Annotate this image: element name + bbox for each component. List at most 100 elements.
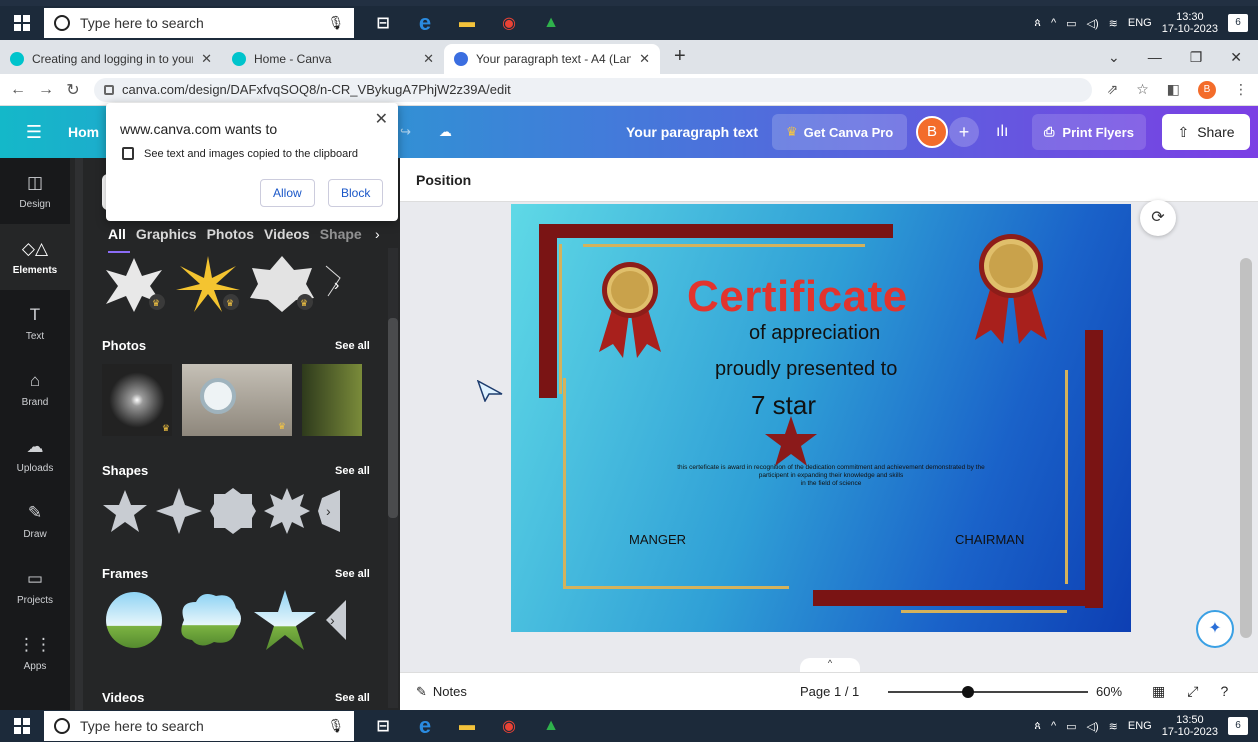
insights-chart-icon[interactable]: ılı	[996, 123, 1008, 141]
photo-sparkle-thumb[interactable]: ♛	[102, 364, 172, 436]
tab-graphics[interactable]: Graphics	[136, 226, 197, 242]
magic-assistant-icon[interactable]: ✦	[1196, 610, 1234, 648]
edge-icon[interactable]: e	[414, 713, 436, 738]
people-icon[interactable]: ጰ	[1034, 17, 1041, 30]
shape-star-4[interactable]	[156, 488, 202, 534]
shapes-see-all-link[interactable]: See all	[335, 465, 370, 477]
popup-close-icon[interactable]: ✕	[375, 109, 388, 129]
shape-partial[interactable]: ›	[318, 488, 340, 534]
chrome-menu-icon[interactable]: ⋮	[1234, 81, 1248, 98]
rail-item-text[interactable]: T Text	[0, 290, 70, 356]
new-tab-button[interactable]: +	[660, 45, 700, 74]
graphic-star-white[interactable]: ♛	[102, 256, 166, 312]
close-tab-icon[interactable]: ✕	[201, 51, 212, 67]
tab-photos[interactable]: Photos	[207, 226, 254, 242]
notification-center-icon[interactable]: 6	[1228, 14, 1248, 32]
grid-view-icon[interactable]: ▦	[1152, 683, 1165, 700]
red-star-icon[interactable]	[765, 416, 817, 466]
volume-icon[interactable]: ◁)	[1087, 17, 1099, 30]
rail-item-elements[interactable]: ◇△ Elements	[0, 224, 70, 290]
frame-partial[interactable]: ›	[324, 590, 348, 650]
page-counter[interactable]: Page 1 / 1	[800, 684, 859, 699]
close-tab-icon[interactable]: ✕	[423, 51, 434, 67]
allow-button[interactable]: Allow	[260, 179, 315, 207]
shape-star-8[interactable]	[264, 488, 310, 534]
frames-see-all-link[interactable]: See all	[335, 568, 370, 580]
chrome-icon[interactable]: ◉	[498, 715, 520, 737]
microphone-icon[interactable]: 🎙	[327, 15, 344, 31]
bookmark-star-icon[interactable]: ☆	[1136, 81, 1149, 98]
minimize-icon[interactable]: —	[1148, 49, 1162, 66]
rail-item-apps[interactable]: ⋮⋮ Apps	[0, 620, 70, 686]
taskbar-search-box[interactable]: Type here to search 🎙	[44, 711, 354, 741]
photo-alarm-clock-thumb[interactable]: ♛	[182, 364, 292, 436]
rail-item-draw[interactable]: ✎ Draw	[0, 488, 70, 554]
block-button[interactable]: Block	[328, 179, 384, 207]
photo-dark-thumb[interactable]	[302, 364, 362, 436]
hamburger-menu-icon[interactable]: ☰	[0, 122, 68, 143]
invite-plus-button[interactable]: +	[949, 117, 979, 147]
videos-see-all-link[interactable]: See all	[335, 692, 370, 704]
url-field[interactable]: canva.com/design/DAFxfvqSOQ8/n-CR_VBykug…	[94, 77, 1093, 102]
graphic-star-silver[interactable]: ♛	[250, 256, 314, 312]
redo-icon[interactable]: ↪	[400, 124, 411, 140]
clock[interactable]: 13:30 17-10-2023	[1162, 11, 1218, 35]
signature-chairman-label[interactable]: CHAIRMAN	[955, 532, 1024, 547]
add-comment-icon[interactable]: ⟳	[1140, 200, 1176, 236]
language-indicator[interactable]: ENG	[1128, 17, 1152, 29]
tabs-next-chevron-icon[interactable]: ›	[375, 226, 380, 242]
clock[interactable]: 13:50 17-10-2023	[1162, 714, 1218, 738]
taskbar-search-box[interactable]: Type here to search 🎙	[44, 8, 354, 38]
frame-star[interactable]	[254, 590, 316, 650]
volume-icon[interactable]: ◁)	[1087, 720, 1099, 733]
file-explorer-icon[interactable]: ▬	[456, 12, 478, 34]
frame-scallop-circle[interactable]	[102, 590, 166, 650]
document-title[interactable]: Your paragraph text	[626, 124, 758, 140]
browser-tab-active[interactable]: Your paragraph text - A4 (Landsc ✕	[444, 44, 660, 74]
notification-center-icon[interactable]: 6	[1228, 717, 1248, 735]
panel-scrollbar-thumb[interactable]	[388, 318, 398, 518]
zoom-slider-knob[interactable]	[962, 686, 974, 698]
fullscreen-icon[interactable]: ⤢	[1187, 683, 1198, 700]
zoom-percentage[interactable]: 60%	[1096, 684, 1122, 699]
app-triangle-icon[interactable]: ▲	[540, 715, 562, 737]
user-avatar[interactable]: B	[916, 116, 948, 148]
windows-start-button[interactable]	[0, 710, 44, 742]
notes-button[interactable]: ✎ Notes	[416, 684, 467, 700]
restore-icon[interactable]: ❐	[1190, 49, 1203, 66]
frame-cloud[interactable]	[174, 590, 246, 650]
show-pages-chevron-icon[interactable]: ^	[800, 658, 860, 672]
tray-chevron-icon[interactable]: ^	[1051, 17, 1056, 29]
graphic-star-partial[interactable]: ›	[324, 256, 354, 312]
windows-start-button[interactable]	[0, 6, 44, 40]
position-button[interactable]: Position	[416, 172, 471, 188]
rail-item-projects[interactable]: ▭ Projects	[0, 554, 70, 620]
file-explorer-icon[interactable]: ▬	[456, 715, 478, 737]
microphone-icon[interactable]: 🎙	[327, 718, 344, 734]
get-canva-pro-button[interactable]: ♛ Get Canva Pro	[772, 114, 908, 150]
help-icon[interactable]: ?	[1220, 683, 1228, 700]
side-panel-icon[interactable]: ◧	[1167, 81, 1180, 98]
close-window-icon[interactable]: ✕	[1230, 49, 1242, 66]
rail-item-brand[interactable]: ⌂ Brand	[0, 356, 70, 422]
certificate-subtitle[interactable]: of appreciation	[749, 322, 880, 345]
tab-videos[interactable]: Videos	[264, 226, 310, 242]
chrome-icon[interactable]: ◉	[498, 12, 520, 34]
people-icon[interactable]: ጰ	[1034, 720, 1041, 733]
app-triangle-icon[interactable]: ▲	[540, 12, 562, 34]
profile-avatar[interactable]: B	[1198, 80, 1216, 99]
cloud-saved-icon[interactable]: ☁	[439, 124, 452, 140]
tab-shapes[interactable]: Shape	[320, 226, 362, 242]
shape-star-5[interactable]	[102, 488, 148, 534]
task-view-icon[interactable]: ⊟	[372, 715, 394, 737]
tray-chevron-icon[interactable]: ^	[1051, 720, 1056, 732]
canvas-scrollbar[interactable]	[1240, 258, 1252, 638]
shape-octagon-star[interactable]	[210, 488, 256, 534]
certificate-body-text[interactable]: this certeficate is award in recognition…	[571, 464, 1091, 488]
share-button[interactable]: ⇧ Share	[1162, 114, 1250, 150]
panel-outer-scrollbar[interactable]	[75, 158, 83, 710]
tab-all[interactable]: All	[108, 226, 126, 242]
photos-see-all-link[interactable]: See all	[335, 340, 370, 352]
browser-tab[interactable]: Home - Canva ✕	[222, 44, 444, 74]
certificate-presented-line[interactable]: proudly presented to	[715, 358, 897, 381]
